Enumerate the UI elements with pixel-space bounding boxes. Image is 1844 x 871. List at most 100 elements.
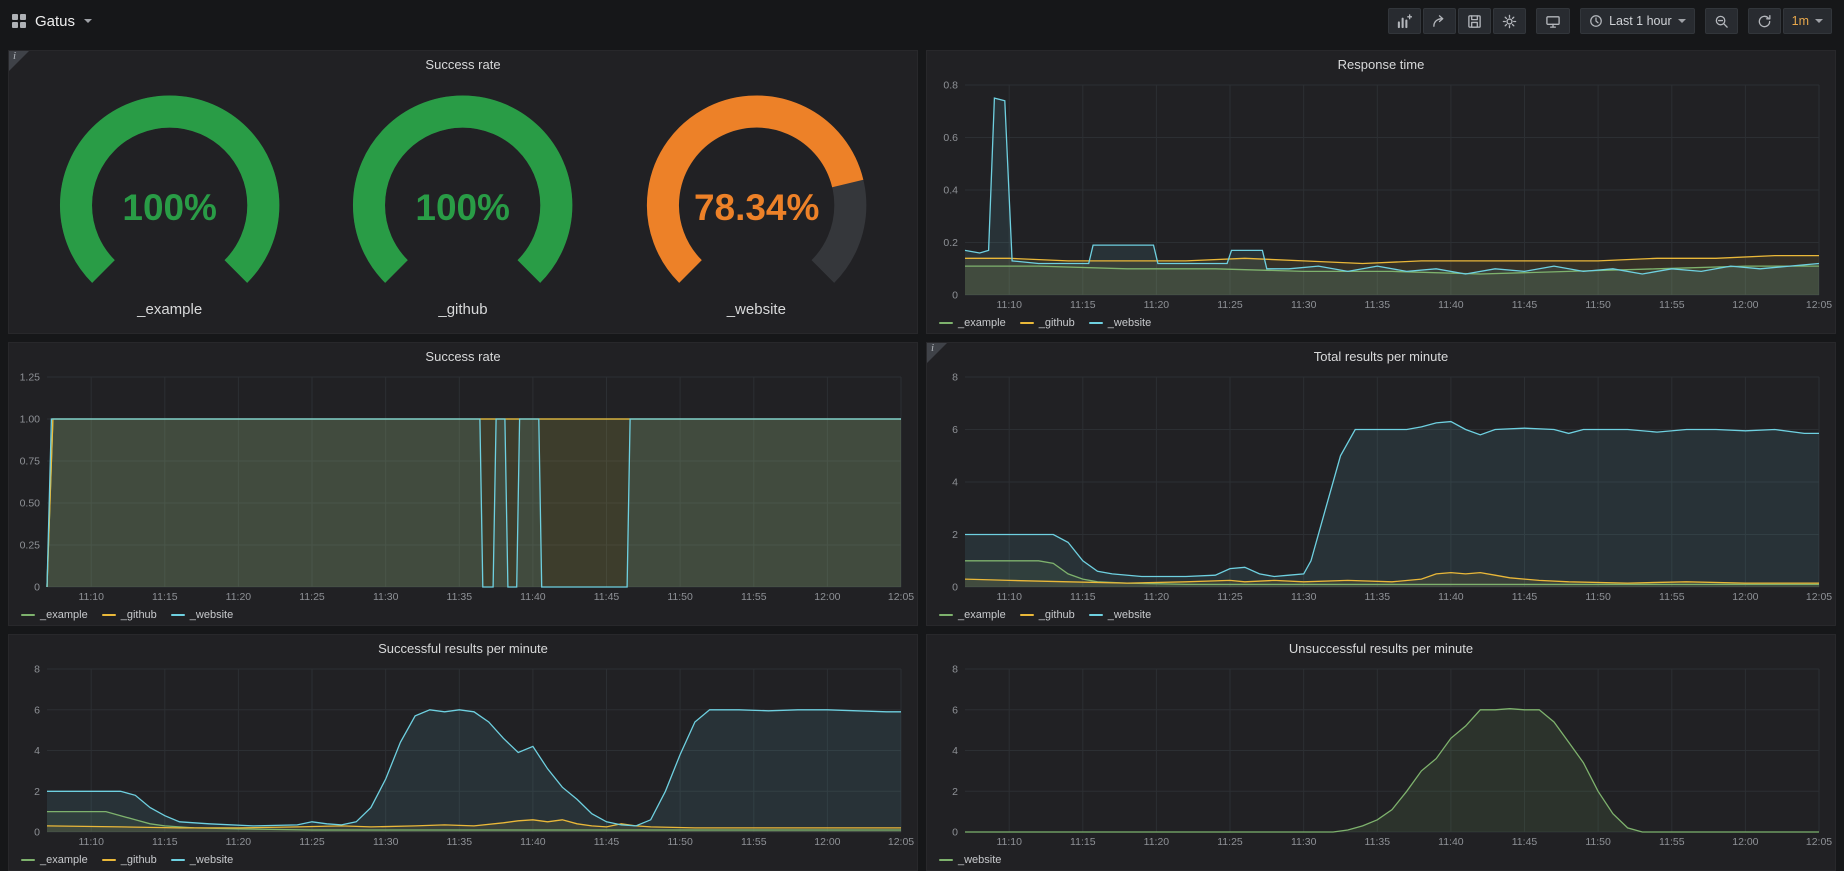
navbar-actions: Last 1 hour 1m bbox=[1388, 8, 1832, 34]
legend-item-_example[interactable]: _example bbox=[939, 609, 1006, 621]
total-results-chart[interactable]: 11:1011:1511:2011:2511:3011:3511:4011:45… bbox=[927, 369, 1835, 605]
dashboard-title-button[interactable]: Gatus bbox=[12, 13, 92, 30]
zoom-out-icon bbox=[1714, 14, 1729, 29]
time-range-picker[interactable]: Last 1 hour bbox=[1580, 8, 1695, 34]
svg-text:11:10: 11:10 bbox=[78, 591, 104, 603]
svg-text:11:25: 11:25 bbox=[299, 836, 325, 848]
svg-text:0: 0 bbox=[34, 827, 40, 839]
time-range-label: Last 1 hour bbox=[1609, 14, 1672, 28]
legend-item-_website[interactable]: _website bbox=[1089, 317, 1151, 329]
legend-item-_website[interactable]: _website bbox=[171, 854, 233, 866]
add-panel-button[interactable] bbox=[1388, 8, 1421, 34]
dashboard-grid: i Success rate 100% _example 100% _githu… bbox=[0, 42, 1844, 871]
legend-swatch bbox=[1089, 614, 1103, 616]
svg-text:100%: 100% bbox=[122, 187, 217, 228]
legend-swatch bbox=[939, 322, 953, 324]
panel-header[interactable]: Unsuccessful results per minute bbox=[927, 635, 1835, 661]
legend-item-_github[interactable]: _github bbox=[102, 854, 157, 866]
panel-header[interactable]: Successful results per minute bbox=[9, 635, 917, 661]
panel-info-icon[interactable]: i bbox=[9, 51, 29, 71]
panel-header[interactable]: Response time bbox=[927, 51, 1835, 77]
legend-series-label: _website bbox=[1108, 317, 1151, 329]
svg-text:11:40: 11:40 bbox=[520, 591, 546, 603]
refresh-button[interactable] bbox=[1748, 8, 1781, 34]
cycle-view-button[interactable] bbox=[1536, 8, 1570, 34]
legend-series-label: _website bbox=[190, 854, 233, 866]
legend-swatch bbox=[102, 614, 116, 616]
unsuccessful-results-chart[interactable]: 11:1011:1511:2011:2511:3011:3511:4011:45… bbox=[927, 661, 1835, 850]
svg-text:11:15: 11:15 bbox=[152, 591, 178, 603]
legend-series-label: _website bbox=[958, 854, 1001, 866]
legend-swatch bbox=[939, 859, 953, 861]
panel-header[interactable]: Success rate bbox=[9, 343, 917, 369]
share-button[interactable] bbox=[1423, 8, 1456, 34]
svg-text:11:45: 11:45 bbox=[594, 836, 620, 848]
svg-text:2: 2 bbox=[952, 529, 958, 541]
legend-item-_github[interactable]: _github bbox=[1020, 609, 1075, 621]
svg-text:4: 4 bbox=[952, 745, 958, 757]
svg-text:0: 0 bbox=[952, 290, 958, 302]
save-icon bbox=[1467, 14, 1482, 29]
legend-item-_example[interactable]: _example bbox=[939, 317, 1006, 329]
svg-text:11:25: 11:25 bbox=[1217, 591, 1243, 603]
svg-text:11:20: 11:20 bbox=[1144, 299, 1170, 311]
svg-text:8: 8 bbox=[34, 664, 40, 676]
gauge-label: _website bbox=[610, 301, 903, 318]
panel-title: Success rate bbox=[425, 349, 500, 364]
legend-item-_example[interactable]: _example bbox=[21, 854, 88, 866]
panel-info-icon[interactable]: i bbox=[927, 343, 947, 363]
refresh-interval-picker[interactable]: 1m bbox=[1783, 8, 1832, 34]
panel-unsuccessful-results: Unsuccessful results per minute 11:1011:… bbox=[926, 634, 1836, 871]
refresh-icon bbox=[1757, 14, 1772, 29]
legend-swatch bbox=[939, 614, 953, 616]
svg-text:11:35: 11:35 bbox=[1365, 836, 1391, 848]
svg-text:11:50: 11:50 bbox=[1585, 836, 1611, 848]
svg-text:11:40: 11:40 bbox=[1438, 836, 1464, 848]
legend-series-label: _github bbox=[1039, 609, 1075, 621]
svg-text:12:05: 12:05 bbox=[888, 591, 914, 603]
svg-text:78.34%: 78.34% bbox=[694, 187, 819, 228]
legend-item-_example[interactable]: _example bbox=[21, 609, 88, 621]
response-time-chart[interactable]: 11:1011:1511:2011:2511:3011:3511:4011:45… bbox=[927, 77, 1835, 313]
apps-grid-icon bbox=[12, 14, 26, 28]
svg-text:11:55: 11:55 bbox=[741, 836, 767, 848]
panel-header[interactable]: Total results per minute bbox=[927, 343, 1835, 369]
svg-text:12:00: 12:00 bbox=[814, 836, 840, 848]
legend-series-label: _example bbox=[40, 609, 88, 621]
successful-results-chart[interactable]: 11:1011:1511:2011:2511:3011:3511:4011:45… bbox=[9, 661, 917, 850]
svg-text:11:55: 11:55 bbox=[1659, 299, 1685, 311]
caret-down-icon bbox=[1815, 19, 1823, 23]
legend-swatch bbox=[1089, 322, 1103, 324]
legend-swatch bbox=[21, 859, 35, 861]
svg-text:11:15: 11:15 bbox=[152, 836, 178, 848]
panel-total-results: i Total results per minute 11:1011:1511:… bbox=[926, 342, 1836, 626]
svg-text:11:40: 11:40 bbox=[520, 836, 546, 848]
legend-item-_website[interactable]: _website bbox=[1089, 609, 1151, 621]
dashboard-title: Gatus bbox=[35, 13, 75, 30]
panel-success-rate-timeseries: Success rate 11:1011:1511:2011:2511:3011… bbox=[8, 342, 918, 626]
legend-item-_github[interactable]: _github bbox=[102, 609, 157, 621]
save-button[interactable] bbox=[1458, 8, 1491, 34]
navbar: Gatus Last 1 hour bbox=[0, 0, 1844, 42]
svg-text:6: 6 bbox=[952, 424, 958, 436]
svg-text:11:45: 11:45 bbox=[1512, 299, 1538, 311]
legend-swatch bbox=[1020, 614, 1034, 616]
svg-text:12:00: 12:00 bbox=[1732, 299, 1758, 311]
svg-text:11:20: 11:20 bbox=[226, 836, 252, 848]
svg-text:11:25: 11:25 bbox=[299, 591, 325, 603]
legend-swatch bbox=[171, 614, 185, 616]
svg-text:11:20: 11:20 bbox=[1144, 591, 1170, 603]
panel-title: Success rate bbox=[425, 57, 500, 72]
svg-text:8: 8 bbox=[952, 372, 958, 384]
legend-item-_github[interactable]: _github bbox=[1020, 317, 1075, 329]
success-rate-chart[interactable]: 11:1011:1511:2011:2511:3011:3511:4011:45… bbox=[9, 369, 917, 605]
legend-item-_website[interactable]: _website bbox=[939, 854, 1001, 866]
svg-text:0.75: 0.75 bbox=[20, 456, 41, 468]
panel-header[interactable]: Success rate bbox=[9, 51, 917, 77]
gauge-website: 78.34% _website bbox=[610, 87, 903, 318]
zoom-out-button[interactable] bbox=[1705, 8, 1738, 34]
legend-item-_website[interactable]: _website bbox=[171, 609, 233, 621]
svg-text:12:00: 12:00 bbox=[1732, 836, 1758, 848]
settings-button[interactable] bbox=[1493, 8, 1526, 34]
legend-series-label: _github bbox=[1039, 317, 1075, 329]
